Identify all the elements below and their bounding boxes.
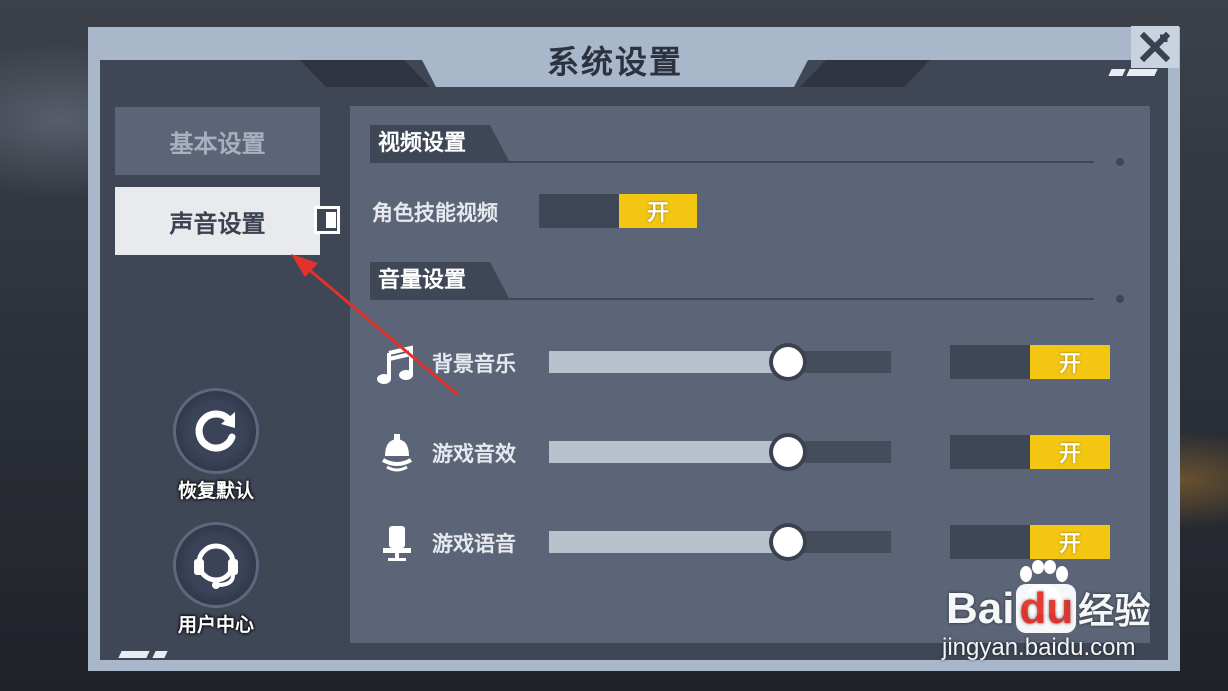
watermark-brand-b: du <box>1016 584 1077 633</box>
baidu-jingyan-watermark: Bai du 经验 jingyan.baidu.com <box>940 560 1220 670</box>
watermark-brand-a: Bai <box>946 584 1015 633</box>
watermark-brand-c: 经验 <box>1078 591 1151 632</box>
watermark-brand: Bai du 经验 <box>946 582 1150 634</box>
watermark-url: jingyan.baidu.com <box>942 634 1136 661</box>
game-screen: 系统设置 基本设置 声音设置 恢复默认 用户中心 视频设置 角色技能视频 开 音… <box>0 0 1228 691</box>
